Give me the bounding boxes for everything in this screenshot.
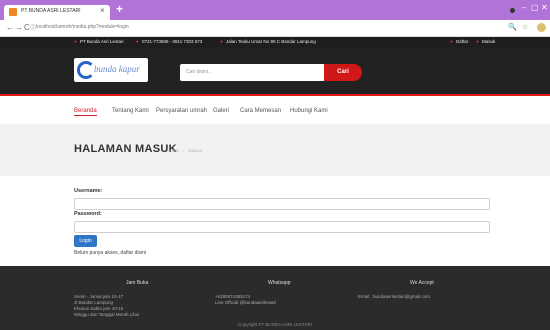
site-logo[interactable]: bunda kapur [74, 58, 148, 82]
nav-hubungi-kami[interactable]: Hubungi Kami [290, 108, 328, 114]
daftar-link[interactable]: Daftar [456, 39, 468, 44]
breadcrumb-current: MASUK [188, 148, 203, 153]
address-text: Jalan Teuku Umar No 90 C Bandar Lampung [226, 39, 316, 44]
reload-icon[interactable]: C [24, 23, 30, 33]
minimize-icon[interactable]: – [522, 3, 526, 13]
maximize-icon[interactable]: ▢ [531, 3, 539, 13]
password-field[interactable] [74, 221, 490, 233]
footer-jam-line: Minggu dan Tanggal Merah Libur [74, 312, 140, 317]
nav-tentang-kami[interactable]: Tentang Kami [112, 108, 149, 114]
username-field[interactable] [74, 198, 490, 210]
masuk-link[interactable]: Masuk [482, 39, 495, 44]
browser-tab[interactable]: PT BUNDA ASRI LESTARI × [4, 5, 110, 20]
bookmark-star-icon[interactable]: ☆ [522, 23, 528, 33]
nav-beranda[interactable]: Beranda [74, 108, 97, 116]
nav-galeri[interactable]: Galeri [213, 108, 229, 114]
register-link[interactable]: Belum punya akses, daftar disini [74, 250, 146, 256]
tab-title: PT BUNDA ASRI LESTARI [21, 8, 81, 14]
phone-icon: ● [136, 39, 139, 44]
footer-line-official: Line Official @bundaasrilestari [215, 300, 277, 305]
logo-text: bunda kapur [94, 64, 140, 74]
tab-close-icon[interactable]: × [100, 6, 105, 16]
url-field[interactable]: localhost/umroh/media.php?module=login [36, 24, 129, 30]
record-icon [510, 8, 515, 13]
main-nav: Beranda Tentang Kami Persyaratan umrah G… [0, 98, 550, 124]
footer-jam-line: Senin - Jumat jam 10-17 [74, 294, 124, 299]
footer-accept-heading: We Accept [410, 280, 434, 286]
breadcrumb-home[interactable]: HOME [167, 148, 179, 153]
breadcrumb: HOME / MASUK [167, 148, 203, 153]
nav-cara-memesan[interactable]: Cara Memesan [240, 108, 281, 114]
logo-ring-icon [77, 61, 95, 79]
site-top-strip: ● PT Bunda Asri Lestari ● 0721-773605 - … [0, 37, 550, 48]
browser-tab-bar: PT BUNDA ASRI LESTARI × + – ▢ ✕ [0, 0, 550, 20]
forward-icon[interactable]: → [15, 23, 23, 33]
company-name: PT Bunda Asri Lestari [80, 39, 124, 44]
search-button[interactable]: Cari [324, 64, 362, 81]
footer-email[interactable]: Email : bundaasrilestari@gmail.com [358, 294, 430, 299]
back-icon[interactable]: ← [6, 23, 14, 33]
site-footer: Jam Buka Senin - Jumat jam 10-17 Jl Band… [0, 266, 550, 330]
zoom-icon[interactable]: 🔍 [508, 23, 517, 33]
profile-avatar-icon[interactable] [537, 23, 546, 32]
page-title: HALAMAN MASUK [74, 143, 177, 155]
footer-jam-line: Khusus Sabtu jam 10-15 [74, 306, 124, 311]
username-label: Username: [74, 188, 103, 194]
footer-wa-heading: Whatsapp [268, 280, 291, 286]
location-icon: ● [74, 39, 77, 44]
favicon-icon [9, 8, 17, 16]
login-button[interactable]: Login [74, 235, 97, 247]
close-window-icon[interactable]: ✕ [541, 3, 548, 13]
footer-copyright: Copyright PT BUNDA ASRI LESTARI [237, 322, 313, 327]
footer-jam-heading: Jam Buka [126, 280, 149, 286]
new-tab-icon[interactable]: + [116, 3, 123, 15]
nav-persyaratan-umrah[interactable]: Persyaratan umrah [156, 108, 207, 114]
site-header: bunda kapur Cari disini.. Cari [0, 48, 550, 96]
breadcrumb-separator: / [183, 148, 185, 153]
phone-number: 0721-773605 - 0811 7303 673 [142, 39, 203, 44]
search-input[interactable]: Cari disini.. [180, 64, 326, 81]
page-title-band: HALAMAN MASUK HOME / MASUK [0, 124, 550, 176]
address-icon: ● [220, 39, 223, 44]
register-icon: ● [450, 39, 453, 44]
password-label: Password: [74, 211, 102, 217]
footer-jam-line: Jl Bandar Lampung [74, 300, 114, 305]
footer-wa-number: +6285574385174 [215, 294, 251, 299]
address-bar: ← → C ⓘ localhost/umroh/media.php?module… [0, 20, 550, 37]
login-icon: ● [476, 39, 479, 44]
